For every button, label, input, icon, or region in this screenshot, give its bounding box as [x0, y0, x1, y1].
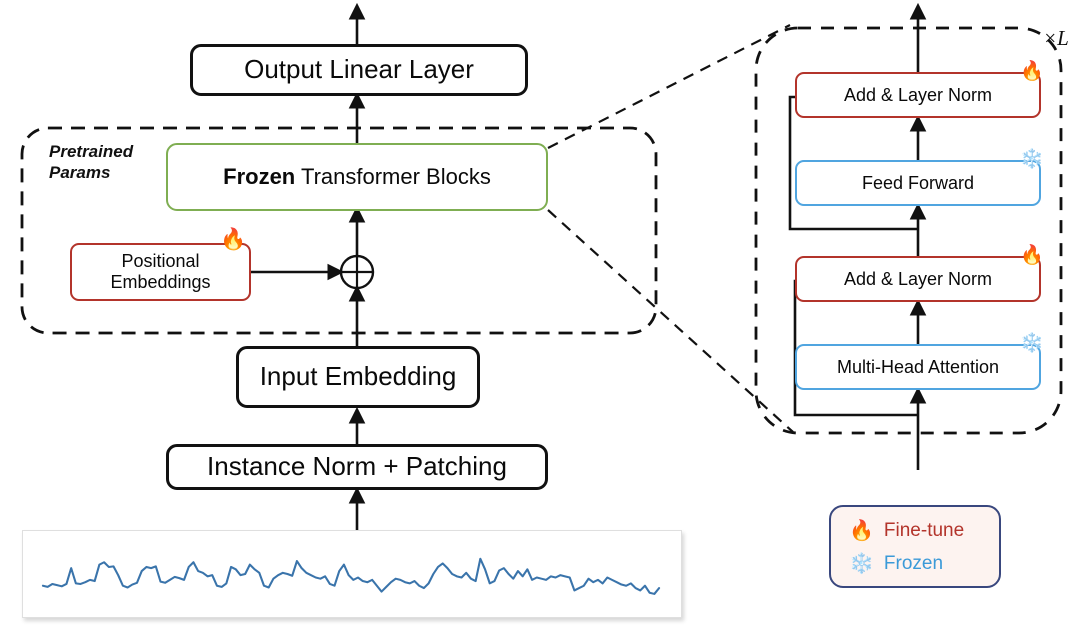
fire-icon: 🔥 [849, 520, 874, 542]
legend-fine-tune-label: Fine-tune [883, 519, 965, 541]
time-series-line [41, 557, 661, 595]
detail-multi-head-attention-label: Multi-Head Attention [836, 356, 1000, 377]
fire-icon: 🔥 [220, 228, 247, 251]
legend-item-frozen: ❄️ Frozen [849, 551, 943, 576]
output-linear-layer-box[interactable]: Output Linear Layer [190, 44, 528, 96]
transformer-blocks-text: Transformer Blocks [295, 164, 491, 190]
legend-item-fine-tune: 🔥 Fine-tune [849, 518, 964, 543]
detail-add-layer-norm-mid-label: Add & Layer Norm [843, 268, 993, 289]
input-time-series-chart [41, 557, 661, 595]
snowflake-icon: ❄️ [1020, 149, 1044, 170]
positional-embeddings-box[interactable]: Positional Embeddings [70, 243, 251, 301]
detail-multi-head-attention-box[interactable]: Multi-Head Attention [795, 344, 1041, 390]
output-linear-layer-label: Output Linear Layer [244, 54, 474, 85]
frozen-transformer-blocks-label: Frozen Transformer Blocks [223, 164, 491, 189]
snowflake-icon: ❄️ [1020, 333, 1044, 354]
input-embedding-label: Input Embedding [259, 361, 457, 392]
frozen-keyword: Frozen [223, 164, 296, 190]
fire-icon: 🔥 [1020, 245, 1044, 266]
fire-icon: 🔥 [1020, 61, 1044, 82]
detail-add-layer-norm-mid-box[interactable]: Add & Layer Norm [795, 256, 1041, 302]
pretrained-params-label: Pretrained Params [49, 142, 134, 182]
detail-add-layer-norm-top-label: Add & Layer Norm [843, 84, 993, 105]
snowflake-icon: ❄️ [849, 553, 874, 575]
detail-add-layer-norm-top-box[interactable]: Add & Layer Norm [795, 72, 1041, 118]
input-time-series-panel [22, 530, 682, 618]
detail-feed-forward-label: Feed Forward [861, 172, 975, 193]
legend-frozen-label: Frozen [883, 552, 944, 574]
input-embedding-box[interactable]: Input Embedding [236, 346, 480, 408]
diagram-canvas: Output Linear Layer Frozen Transformer B… [0, 0, 1080, 634]
repeat-count-label: ×L [1043, 26, 1069, 50]
instance-norm-patching-label: Instance Norm + Patching [207, 451, 507, 482]
detail-feed-forward-box[interactable]: Feed Forward [795, 160, 1041, 206]
positional-embeddings-label: Positional Embeddings [110, 251, 211, 292]
frozen-transformer-blocks-box[interactable]: Frozen Transformer Blocks [166, 143, 548, 211]
instance-norm-patching-box[interactable]: Instance Norm + Patching [166, 444, 548, 490]
